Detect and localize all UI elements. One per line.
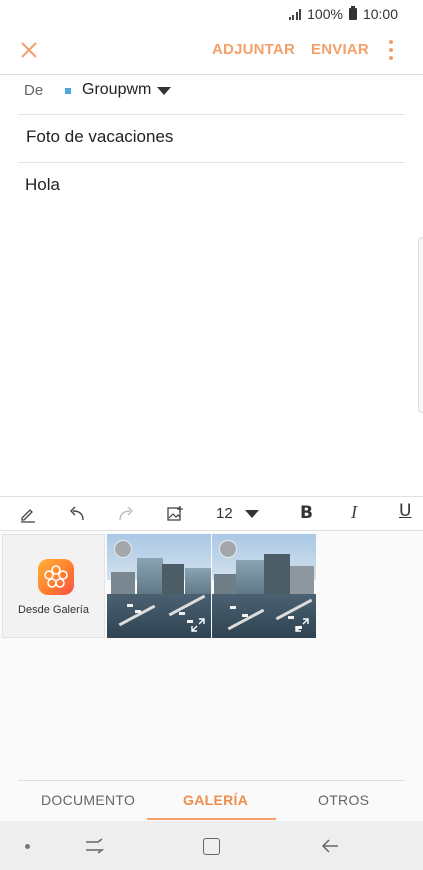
active-tab-indicator [147,818,276,820]
format-toolbar: 12 B I U [0,496,423,531]
tab-document[interactable]: DOCUMENTO [41,792,135,808]
divider [18,114,405,115]
signal-icon [288,8,302,20]
from-gallery-label: Desde Galería [18,604,89,616]
italic-button[interactable]: I [351,502,357,523]
select-checkbox[interactable] [114,540,132,558]
edge-panel-handle[interactable] [418,237,423,413]
select-checkbox[interactable] [219,540,237,558]
redo-icon[interactable] [116,503,136,525]
expand-icon[interactable] [190,617,206,633]
back-icon[interactable] [320,836,340,856]
divider [18,162,405,163]
expand-icon[interactable] [294,617,310,633]
app-bar: ADJUNTAR ENVIAR [0,28,423,74]
font-size-caret-icon[interactable] [245,510,259,518]
from-row: De Groupwm [0,76,423,114]
attach-button[interactable]: ADJUNTAR [212,41,295,58]
app-bar-divider [0,74,423,75]
insert-image-icon[interactable] [165,503,185,525]
body-editor[interactable] [0,170,423,490]
from-account-selector[interactable]: Groupwm [82,81,151,99]
gallery-panel: Desde Galería [0,531,423,781]
subject-field[interactable]: Foto de vacaciones [26,127,173,147]
account-color-dot [65,88,71,94]
body-text: Hola [25,175,60,194]
font-size-value[interactable]: 12 [216,505,233,522]
gallery-app-icon [38,559,74,595]
clock: 10:00 [362,6,398,22]
recents-icon[interactable] [84,837,104,855]
more-options-icon[interactable] [386,40,396,60]
photo-thumbnail[interactable] [212,534,316,638]
status-bar: 100% 10:00 [0,0,423,28]
tab-gallery[interactable]: GALERÍA [183,792,248,808]
close-icon[interactable] [18,39,40,61]
battery-icon [348,6,357,20]
home-icon[interactable] [203,838,220,855]
send-button[interactable]: ENVIAR [311,41,369,58]
photo-thumbnail[interactable] [107,534,211,638]
tab-others[interactable]: OTROS [318,792,369,808]
attachment-tabs: DOCUMENTO GALERÍA OTROS [0,781,423,821]
undo-icon[interactable] [67,503,87,525]
battery-percent: 100% [307,6,343,22]
navigation-bar [0,821,423,870]
dot-icon [25,844,30,849]
from-label: De [24,82,44,99]
caret-down-icon[interactable] [157,87,171,95]
compose-screen: 100% 10:00 ADJUNTAR ENVIAR De Groupwm Fo… [0,0,423,870]
pen-icon[interactable] [18,503,38,525]
bold-button[interactable]: B [300,503,313,523]
underline-button[interactable]: U [399,501,411,521]
from-gallery-button[interactable]: Desde Galería [2,534,105,638]
